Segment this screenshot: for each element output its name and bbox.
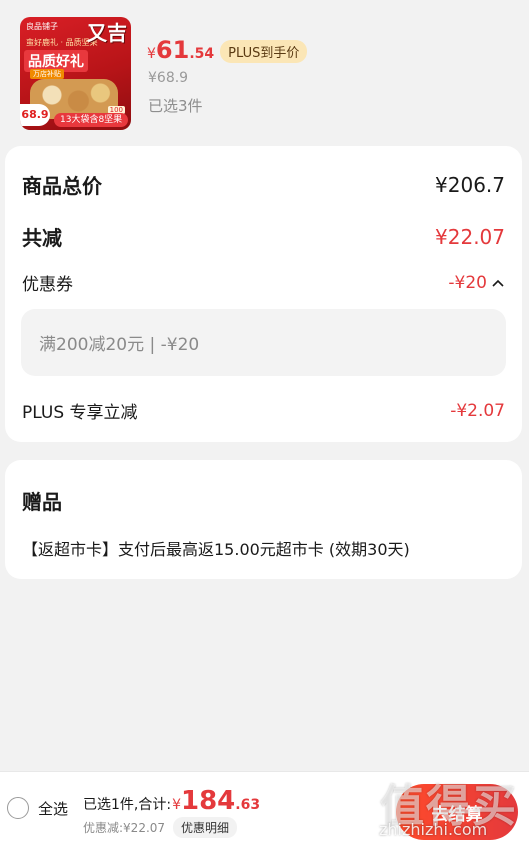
sum-decimal: .63 <box>235 797 261 813</box>
price-symbol: ¥ <box>147 46 156 62</box>
sum-symbol: ¥ <box>172 797 181 813</box>
coupon-value-group[interactable]: -¥20 <box>448 273 505 293</box>
price-integer: 61 <box>155 36 190 64</box>
gift-title: 赠品 <box>22 490 62 514</box>
selected-count: 已选3件 <box>148 97 203 115</box>
sum-integer: 184 <box>181 786 236 816</box>
cart-settlement-page: 良品铺子 蛮好鹿礼 · 品质坚果 品质好礼 万店补贴 又吉 100 68.9 1… <box>0 0 529 849</box>
checkout-button[interactable]: 去结算 <box>396 784 518 840</box>
product-thumbnail[interactable]: 良品铺子 蛮好鹿礼 · 品质坚果 品质好礼 万店补贴 又吉 100 68.9 1… <box>20 17 131 130</box>
coupon-label: 优惠券 <box>22 275 73 295</box>
discount-detail-button[interactable]: 优惠明细 <box>173 817 238 838</box>
gift-card: 赠品 【返超市卡】支付后最高返15.00元超市卡 (效期30天) <box>5 460 522 579</box>
thumb-tag: 万店补贴 <box>30 69 64 79</box>
total-value: ¥206.7 <box>435 172 505 197</box>
product-price: ¥ 61 .54 PLUS到手价 <box>147 36 308 66</box>
coupon-detail[interactable]: 满200减20元 | -¥20 <box>21 309 506 376</box>
thumb-calligraphy: 又吉 <box>87 21 127 45</box>
product-header: 良品铺子 蛮好鹿礼 · 品质坚果 品质好礼 万店补贴 又吉 100 68.9 1… <box>0 0 529 140</box>
coupon-value: -¥20 <box>448 272 487 293</box>
checkout-bar: 全选 已选1件,合计: ¥ 184 .63 优惠减:¥22.07 优惠明细 去结… <box>0 771 529 849</box>
reduce-row: 共减 ¥22.07 <box>22 222 505 251</box>
plus-price-tag: PLUS到手价 <box>220 39 308 63</box>
plus-discount-label: PLUS 专享立减 <box>22 403 138 423</box>
reduce-label: 共减 <box>22 226 62 250</box>
price-decimal: .54 <box>189 46 215 62</box>
thumb-bottom-text: 13大袋含8坚果 <box>54 113 129 127</box>
price-summary-card: 商品总价 ¥206.7 共减 ¥22.07 优惠券 -¥20 满200减20元 … <box>5 146 522 442</box>
discount-line: 优惠减:¥22.07 优惠明细 <box>83 817 238 838</box>
original-price: ¥68.9 <box>148 70 189 86</box>
sum-line: 已选1件,合计: ¥ 184 .63 <box>83 786 260 816</box>
gift-description: 【返超市卡】支付后最高返15.00元超市卡 (效期30天) <box>22 540 410 559</box>
chevron-up-icon[interactable] <box>491 276 505 290</box>
coupon-row[interactable]: 优惠券 -¥20 <box>22 270 505 295</box>
thumb-price: 68.9 <box>20 104 50 126</box>
discount-text: 优惠减:¥22.07 <box>83 821 166 835</box>
select-all-label[interactable]: 全选 <box>38 798 68 819</box>
plus-discount-value: -¥2.07 <box>450 400 505 421</box>
total-row: 商品总价 ¥206.7 <box>22 170 505 199</box>
select-all-radio[interactable] <box>7 797 29 819</box>
sum-label: 已选1件,合计: <box>83 797 172 813</box>
plus-discount-row: PLUS 专享立减 -¥2.07 <box>22 398 505 424</box>
total-label: 商品总价 <box>22 174 102 198</box>
reduce-value: ¥22.07 <box>435 224 505 249</box>
thumb-brand: 良品铺子 <box>26 22 58 31</box>
